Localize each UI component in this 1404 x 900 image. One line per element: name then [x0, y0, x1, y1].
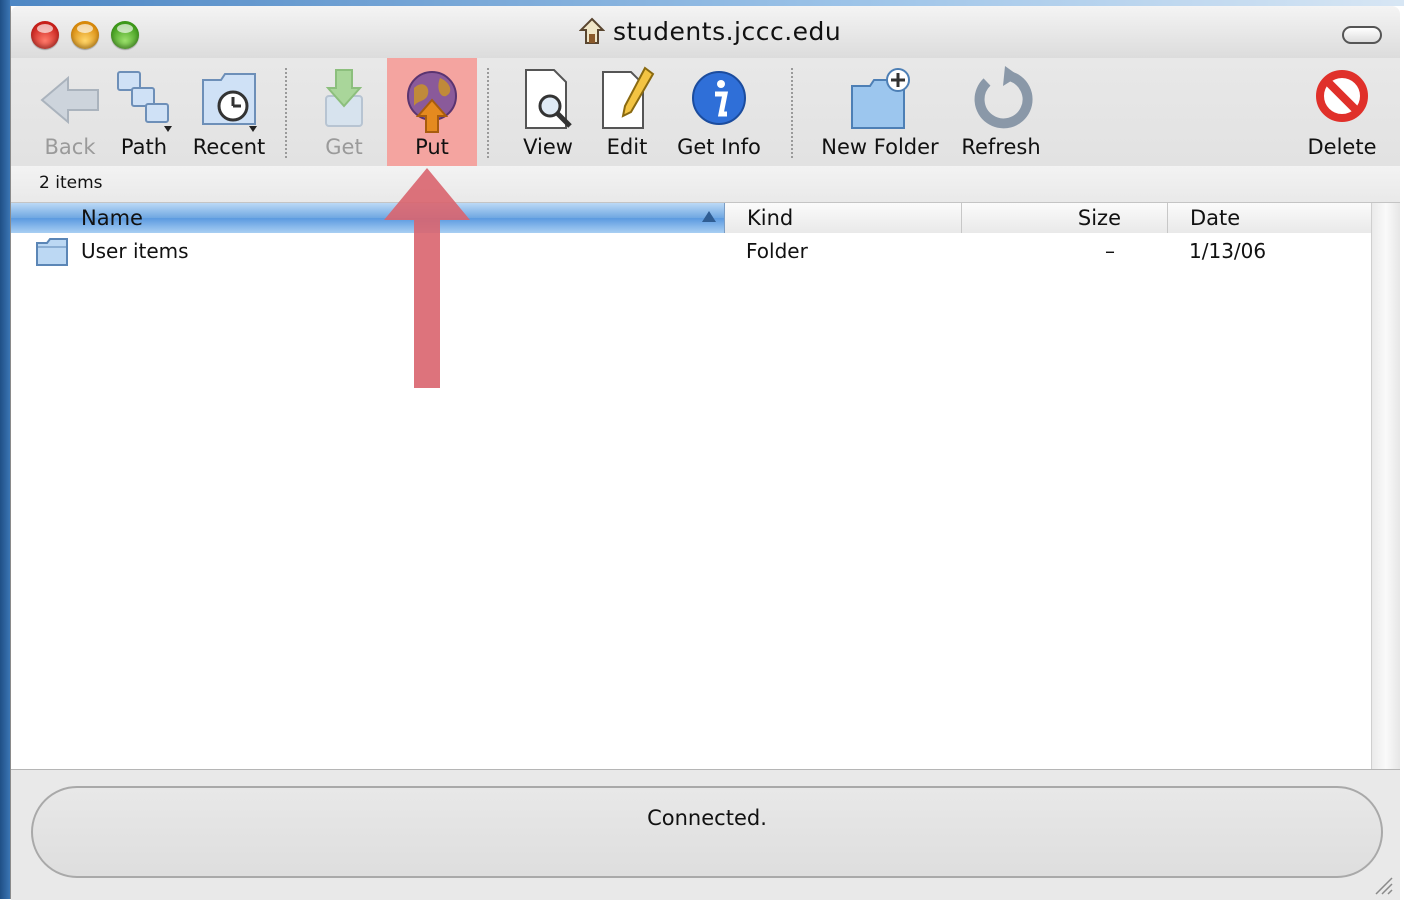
- desktop-background: [0, 0, 10, 899]
- globe-upload-icon: [407, 71, 457, 133]
- document-pencil-icon: [602, 66, 655, 129]
- column-header-name[interactable]: Name: [11, 203, 725, 233]
- item-count-bar: 2 items: [11, 166, 1400, 203]
- new-folder-label: New Folder: [821, 135, 939, 159]
- put-label: Put: [415, 135, 449, 159]
- delete-button[interactable]: Delete: [1301, 58, 1383, 166]
- status-area: Connected.: [11, 769, 1400, 900]
- connection-status-panel: Connected.: [31, 786, 1383, 878]
- table-header: Name Kind Size Date: [11, 203, 1400, 234]
- new-folder-icon: [851, 68, 910, 129]
- recent-label: Recent: [192, 135, 266, 159]
- resize-grip-icon[interactable]: [1372, 874, 1394, 896]
- path-label: Path: [120, 135, 168, 159]
- back-arrow-icon: [40, 75, 99, 125]
- zoom-window-button[interactable]: [111, 21, 139, 49]
- item-count: 2 items: [39, 173, 103, 193]
- view-button[interactable]: View: [511, 58, 585, 166]
- back-label: Back: [44, 135, 96, 159]
- edit-button[interactable]: Edit: [593, 58, 661, 166]
- annotation-arrow-icon: [384, 168, 470, 388]
- toolbar-separator: [791, 68, 793, 158]
- title-bar[interactable]: students.jccc.edu: [11, 6, 1400, 59]
- row-kind: Folder: [746, 239, 808, 263]
- column-header-size-label: Size: [1077, 206, 1121, 230]
- column-header-kind[interactable]: Kind: [725, 203, 961, 233]
- minimize-window-button[interactable]: [71, 21, 99, 49]
- path-folders-icon: [117, 71, 172, 132]
- delete-icon: [1316, 70, 1368, 122]
- row-date: 1/13/06: [1189, 239, 1267, 263]
- path-button[interactable]: Path: [109, 58, 179, 166]
- refresh-button[interactable]: Refresh: [953, 58, 1049, 166]
- column-header-date-label: Date: [1190, 206, 1241, 230]
- toolbar-toggle-button[interactable]: [1342, 26, 1382, 44]
- info-icon: [692, 71, 746, 125]
- view-label: View: [523, 135, 573, 159]
- sort-ascending-icon: [702, 211, 716, 222]
- home-upload-icon: [579, 17, 605, 44]
- window-title-group: students.jccc.edu: [579, 16, 841, 46]
- window-title: students.jccc.edu: [613, 16, 842, 46]
- get-info-label: Get Info: [677, 135, 761, 159]
- delete-label: Delete: [1307, 135, 1377, 159]
- connection-status: Connected.: [647, 806, 767, 830]
- download-icon: [325, 69, 363, 127]
- table-row[interactable]: User items Folder – 1/13/06: [11, 235, 1371, 267]
- row-name: User items: [81, 239, 189, 263]
- column-header-date[interactable]: Date: [1167, 203, 1373, 233]
- column-header-name-label: Name: [81, 206, 143, 230]
- new-folder-button[interactable]: New Folder: [815, 58, 945, 166]
- close-window-button[interactable]: [31, 21, 59, 49]
- toolbar-separator: [487, 68, 489, 158]
- toolbar-separator: [285, 68, 287, 158]
- recent-clock-folder-icon: [202, 73, 257, 132]
- toolbar: Back Path Recent Get Put View Edit Get I…: [11, 58, 1400, 167]
- file-list: User items Folder – 1/13/06: [11, 233, 1371, 769]
- folder-icon: [36, 238, 68, 266]
- get-info-button[interactable]: Get Info: [669, 58, 769, 166]
- column-header-kind-label: Kind: [747, 206, 794, 230]
- get-label: Get: [325, 135, 363, 159]
- refresh-label: Refresh: [961, 135, 1041, 159]
- vertical-scrollbar[interactable]: [1371, 203, 1400, 769]
- row-size: –: [1105, 239, 1115, 263]
- put-button[interactable]: Put: [387, 58, 477, 166]
- get-button[interactable]: Get: [309, 58, 379, 166]
- edit-label: Edit: [606, 135, 648, 159]
- column-header-size[interactable]: Size: [961, 203, 1167, 233]
- back-button[interactable]: Back: [35, 58, 105, 166]
- document-magnifier-icon: [525, 69, 572, 129]
- recent-button[interactable]: Recent: [183, 58, 275, 166]
- ftp-browser-window: students.jccc.edu Back Path Recent Get P…: [10, 6, 1400, 900]
- refresh-icon: [974, 66, 1033, 129]
